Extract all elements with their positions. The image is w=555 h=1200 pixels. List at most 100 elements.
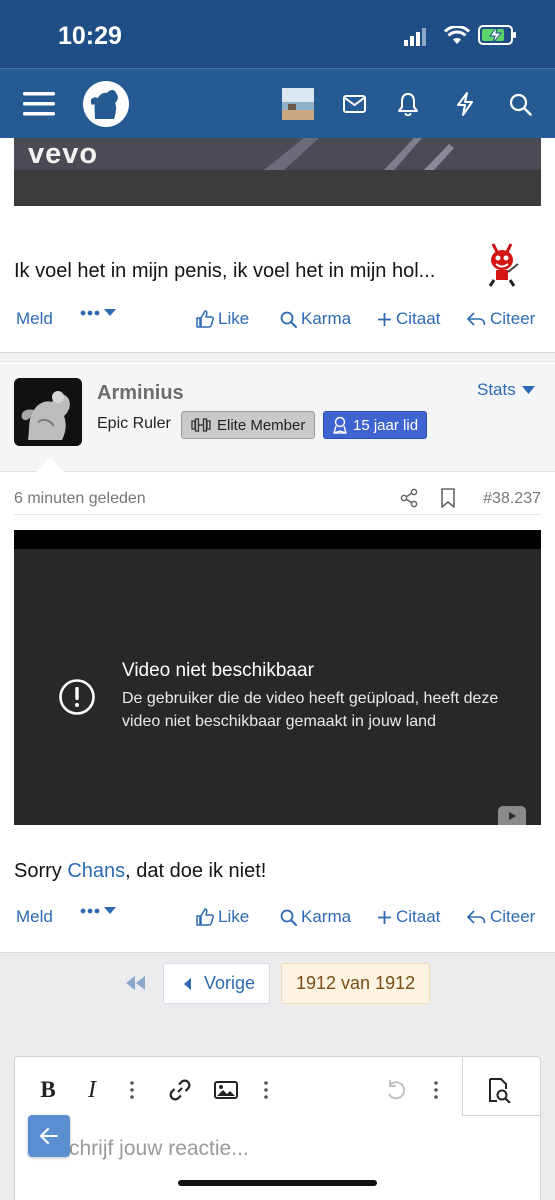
previous-page-button[interactable]: Vorige: [163, 963, 271, 1004]
karma-label: Karma: [301, 309, 352, 328]
quote-button[interactable]: Citaat: [377, 309, 440, 329]
karma-search-icon: [280, 311, 297, 328]
previous-page-label: Vorige: [204, 973, 256, 993]
search-icon[interactable]: [508, 85, 532, 123]
membership-years-badge: 15 jaar lid: [323, 411, 428, 439]
bell-icon[interactable]: [396, 85, 420, 123]
more-dots-icon: [80, 908, 100, 914]
post-meta: 6 minuten geleden #38.237: [14, 487, 541, 515]
back-button[interactable]: [28, 1115, 70, 1157]
stats-label: Stats: [477, 380, 516, 399]
post-timestamp[interactable]: 6 minuten geleden: [14, 490, 146, 508]
stats-dropdown[interactable]: Stats: [477, 380, 535, 400]
insert-image-button[interactable]: [213, 1075, 239, 1105]
reply-arrow-icon: [467, 312, 486, 326]
reply-button[interactable]: Citeer: [467, 309, 535, 329]
video-error-title: Video niet beschikbaar: [122, 660, 314, 681]
video-error-message: De gebruiker die de video heeft geüpload…: [122, 690, 499, 730]
more-options-button[interactable]: [80, 309, 116, 317]
thumbs-up-icon: [196, 908, 214, 926]
post-actions: Meld Like Karma Citaat Citeer: [0, 305, 555, 335]
author-pointer: [36, 458, 64, 472]
elite-member-label: Elite Member: [217, 416, 306, 434]
karma-button[interactable]: Karma: [280, 309, 351, 329]
undo-icon: [388, 1080, 406, 1100]
karma-label: Karma: [301, 907, 352, 926]
post-number[interactable]: #38.237: [483, 490, 541, 508]
link-icon: [169, 1079, 191, 1101]
image-icon: [214, 1081, 238, 1099]
first-page-icon[interactable]: [124, 975, 148, 991]
current-page-label: 1912 van 1912: [296, 973, 416, 993]
italic-label: I: [88, 1076, 96, 1103]
current-page-indicator[interactable]: 1912 van 1912: [281, 963, 431, 1004]
plus-icon: [378, 910, 391, 924]
site-logo-icon[interactable]: [80, 78, 132, 130]
user-mention-link[interactable]: Chans: [67, 860, 125, 882]
author-avatar-image: [14, 378, 82, 446]
membership-years-label: 15 jaar lid: [353, 416, 419, 434]
post-message: Sorry Chans, dat doe ik niet!: [14, 860, 266, 883]
caret-left-icon: [184, 977, 191, 990]
wifi-icon: [444, 26, 470, 44]
embedded-video-unavailable[interactable]: Video niet beschikbaar De gebruiker die …: [14, 530, 541, 825]
report-link[interactable]: Meld: [16, 907, 53, 927]
preview-icon: [489, 1078, 511, 1103]
author-name[interactable]: Arminius: [97, 382, 184, 405]
embedded-video[interactable]: vevo: [14, 138, 541, 206]
bold-label: B: [40, 1077, 56, 1102]
youtube-icon[interactable]: [498, 806, 526, 825]
karma-search-icon: [280, 909, 297, 926]
italic-button[interactable]: I: [81, 1075, 103, 1105]
author-avatar[interactable]: [14, 378, 82, 446]
video-top-bar: [14, 530, 541, 549]
home-indicator[interactable]: [178, 1180, 377, 1186]
reply-input-placeholder[interactable]: Schrijf jouw reactie...: [55, 1137, 249, 1161]
quote-label: Citaat: [396, 907, 441, 926]
vevo-watermark: vevo: [28, 138, 99, 170]
inbox-icon[interactable]: [342, 85, 366, 123]
reply-button[interactable]: Citeer: [467, 907, 535, 927]
karma-button[interactable]: Karma: [280, 907, 351, 927]
more-dots-icon: [80, 310, 100, 316]
preview-button[interactable]: [485, 1075, 513, 1105]
post-message-text-end: , dat doe ik niet!: [125, 860, 267, 882]
menu-icon[interactable]: [22, 85, 56, 123]
bold-button[interactable]: B: [35, 1075, 61, 1105]
post-actions: Meld Like Karma Citaat Citeer: [0, 903, 555, 933]
undo-button[interactable]: [383, 1075, 409, 1105]
more-options-button[interactable]: [80, 907, 116, 915]
caret-down-icon: [104, 907, 116, 914]
insert-link-button[interactable]: [167, 1075, 193, 1105]
arrow-left-icon: [40, 1128, 58, 1144]
vertical-dots-icon: [264, 1081, 268, 1099]
elite-member-badge: Elite Member: [181, 411, 316, 439]
share-icon[interactable]: [400, 488, 418, 508]
forum-navbar: [0, 68, 555, 138]
battery-charging-icon: [478, 25, 516, 45]
pagination: Vorige 1912 van 1912: [0, 952, 555, 1040]
post-message: Ik voel het in mijn penis, ik voel het i…: [14, 260, 435, 283]
quote-button[interactable]: Citaat: [377, 907, 440, 927]
status-bar: 10:29: [0, 0, 555, 68]
reply-arrow-icon: [467, 910, 486, 924]
more-history-button[interactable]: [429, 1075, 443, 1105]
award-icon: [333, 416, 347, 434]
user-avatar-icon[interactable]: [282, 85, 314, 123]
bookmark-icon[interactable]: [440, 488, 456, 508]
author-title: Epic Ruler: [97, 415, 171, 432]
caret-down-icon: [521, 385, 535, 394]
like-button[interactable]: Like: [196, 309, 249, 329]
like-label: Like: [218, 309, 250, 328]
more-insert-button[interactable]: [259, 1075, 273, 1105]
lightning-icon[interactable]: [454, 85, 476, 123]
more-formatting-button[interactable]: [125, 1075, 139, 1105]
quote-label: Citaat: [396, 309, 441, 328]
reply-area: B I Schrijf jouw reactie...: [0, 1040, 555, 1200]
report-link[interactable]: Meld: [16, 309, 53, 329]
plus-icon: [378, 312, 391, 326]
youtube-play-icon: [509, 812, 516, 820]
post-message-text: Ik voel het in mijn penis, ik voel het i…: [14, 260, 436, 282]
reply-label: Citeer: [490, 907, 536, 926]
like-button[interactable]: Like: [196, 907, 249, 927]
